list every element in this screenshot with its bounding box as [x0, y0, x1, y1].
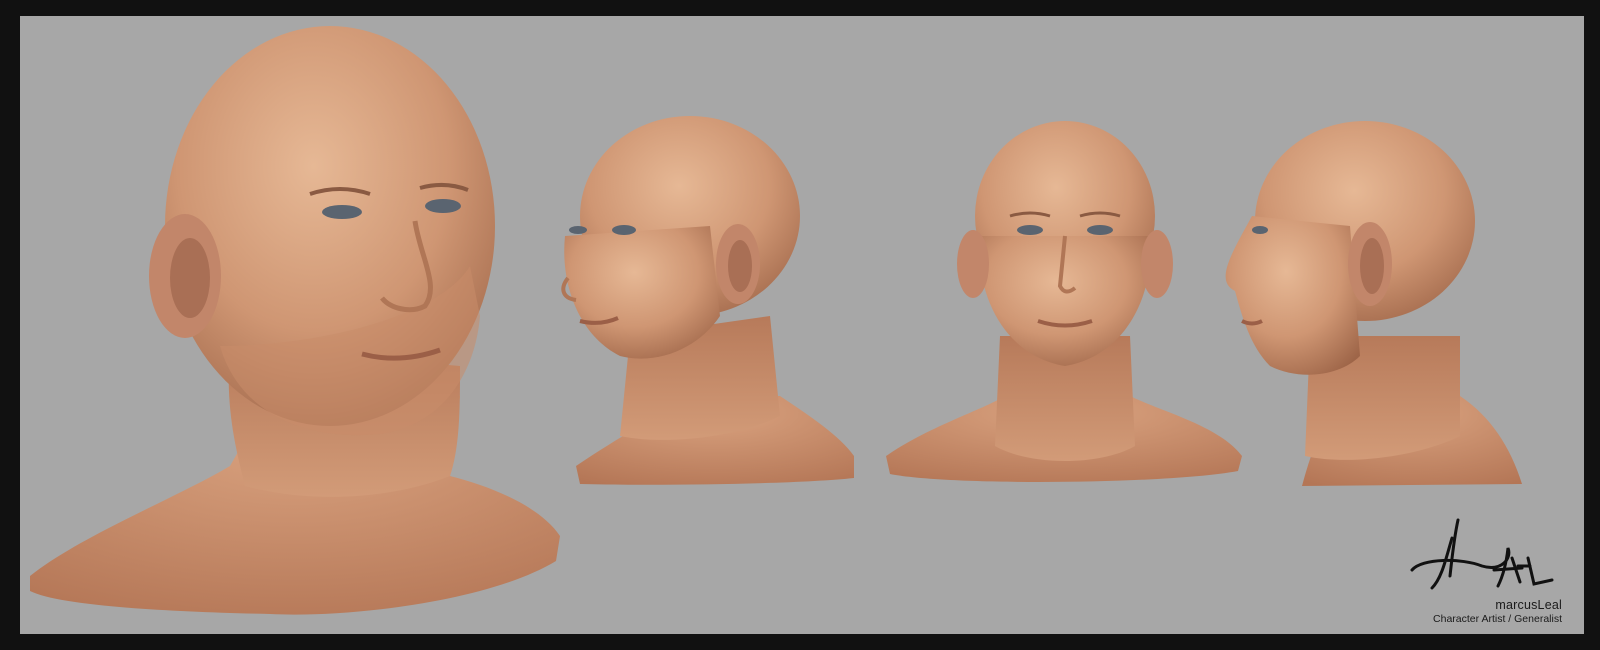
head-renders: [30, 26, 1522, 615]
artist-credit: marcusLeal Character Artist / Generalist: [1402, 518, 1562, 626]
head-render-three-quarter: [561, 116, 854, 485]
signature-image: [1410, 518, 1554, 590]
artwork-frame: marcusLeal Character Artist / Generalist: [20, 16, 1584, 634]
artist-name: marcusLeal: [1495, 598, 1562, 612]
head-render-profile: [1225, 121, 1522, 486]
artist-role: Character Artist / Generalist: [1433, 613, 1562, 625]
head-render-closeup: [30, 26, 560, 615]
head-render-front: [886, 121, 1242, 482]
